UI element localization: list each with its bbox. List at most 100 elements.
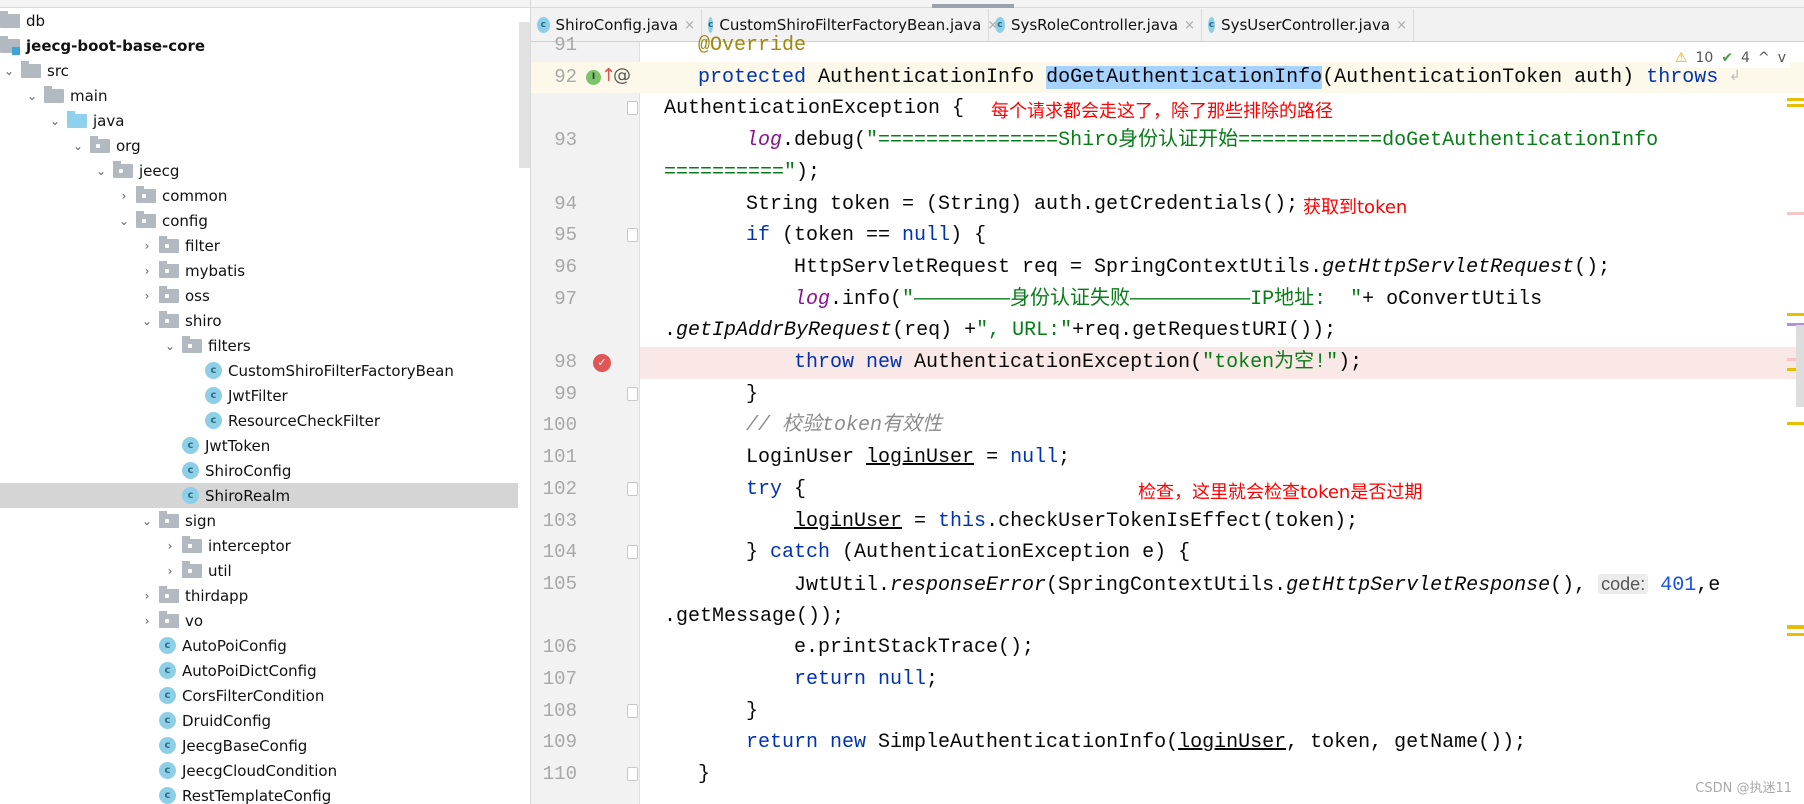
fold-marker-icon[interactable] (627, 228, 638, 242)
chevron-down-icon[interactable]: ⌄ (23, 87, 41, 105)
code-text[interactable]: } (698, 696, 758, 728)
tree-item[interactable]: db (0, 8, 518, 33)
code-line[interactable]: .getIpAddrByRequest(req) +", URL:"+req.g… (531, 315, 1804, 347)
tree-item[interactable]: cResourceCheckFilter (0, 408, 518, 433)
chevron-right-icon[interactable]: › (138, 587, 156, 605)
line-number[interactable]: 109 (531, 727, 577, 759)
tree-item[interactable]: cJwtToken (0, 433, 518, 458)
tree-item[interactable]: ›oss (0, 283, 518, 308)
stripe-mark[interactable] (1787, 633, 1804, 636)
code-line[interactable]: 109return new SimpleAuthenticationInfo(l… (531, 727, 1804, 759)
code-text[interactable]: } (698, 759, 710, 791)
code-line[interactable]: =========="); (531, 157, 1804, 189)
code-text[interactable]: JwtUtil.responseError(SpringContextUtils… (698, 569, 1720, 602)
code-line[interactable]: 95 if (token == null) { (531, 220, 1804, 252)
line-number[interactable]: 105 (531, 569, 577, 601)
tree-item[interactable]: ⌄jeecg (0, 158, 518, 183)
tree-item[interactable]: ›util (0, 558, 518, 583)
code-text[interactable]: } catch (AuthenticationException e) { (698, 537, 1190, 569)
line-number[interactable]: 95 (531, 220, 577, 252)
stripe-mark[interactable] (1787, 104, 1804, 107)
tree-item[interactable]: ⌄sign (0, 508, 518, 533)
line-number[interactable]: 92 (531, 62, 577, 94)
fold-marker-icon[interactable] (627, 101, 638, 115)
chevron-right-icon[interactable]: › (138, 287, 156, 305)
tree-item[interactable]: ⌄java (0, 108, 518, 133)
code-line[interactable]: 107return null; (531, 664, 1804, 696)
tree-item[interactable]: cCustomShiroFilterFactoryBean (0, 358, 518, 383)
code-line[interactable]: AuthenticationException {每个请求都会走这了，除了那些排… (531, 93, 1804, 125)
next-highlight-button[interactable]: v (1778, 50, 1786, 66)
code-text[interactable]: e.printStackTrace(); (698, 632, 1034, 664)
tree-item[interactable]: cJeecgCloudCondition (0, 758, 518, 783)
chevron-right-icon[interactable]: › (138, 237, 156, 255)
previous-highlight-button[interactable]: ^ (1758, 50, 1770, 66)
code-text[interactable]: protected AuthenticationInfo doGetAuthen… (698, 62, 1718, 94)
chevron-down-icon[interactable]: ⌄ (92, 162, 110, 180)
code-text[interactable]: if (token == null) { (698, 220, 986, 252)
code-line[interactable]: 96HttpServletRequest req = SpringContext… (531, 252, 1804, 284)
tree-item[interactable]: cAutoPoiConfig (0, 633, 518, 658)
code-text[interactable]: .getIpAddrByRequest(req) +", URL:"+req.g… (664, 315, 1336, 347)
tree-item[interactable]: ⌄main (0, 83, 518, 108)
tree-item[interactable]: ›interceptor (0, 533, 518, 558)
tree-item[interactable]: ›mybatis (0, 258, 518, 283)
tree-item[interactable]: cShiroRealm (0, 483, 518, 508)
stripe-mark[interactable] (1787, 98, 1804, 101)
code-text[interactable]: log.debug("===============Shiro身份认证开始===… (698, 125, 1658, 157)
line-number[interactable]: 103 (531, 506, 577, 538)
tree-item[interactable]: cDruidConfig (0, 708, 518, 733)
code-text[interactable]: LoginUser loginUser = null; (698, 442, 1070, 474)
tree-item[interactable]: ⌄filters (0, 333, 518, 358)
code-text[interactable]: throw new AuthenticationException("token… (698, 347, 1362, 379)
chevron-down-icon[interactable]: ⌄ (138, 512, 156, 530)
code-line[interactable]: 98✓throw new AuthenticationException("to… (531, 347, 1804, 379)
tree-item[interactable]: cAutoPoiDictConfig (0, 658, 518, 683)
tree-item[interactable]: ›filter (0, 233, 518, 258)
code-text[interactable]: String token = (String) auth.getCredenti… (698, 189, 1298, 221)
code-line[interactable]: 102try {检查，这里就会检查token是否过期 (531, 474, 1804, 506)
tree-item[interactable]: cRestTemplateConfig (0, 783, 518, 804)
line-number[interactable]: 98 (531, 347, 577, 379)
code-text[interactable]: AuthenticationException { (664, 93, 964, 125)
code-text[interactable]: // 校验token有效性 (698, 410, 942, 442)
code-line[interactable]: 108} (531, 696, 1804, 728)
code-line[interactable]: 101 LoginUser loginUser = null; (531, 442, 1804, 474)
line-number[interactable]: 110 (531, 759, 577, 791)
tree-item[interactable]: cShiroConfig (0, 458, 518, 483)
tree-item[interactable]: ⌄org (0, 133, 518, 158)
code-line[interactable]: 93 log.debug("===============Shiro身份认证开始=… (531, 125, 1804, 157)
annotation-at-icon[interactable]: @ (613, 65, 631, 86)
tree-item[interactable]: jeecg-boot-base-core (0, 33, 518, 58)
line-number[interactable]: 99 (531, 379, 577, 411)
code-text[interactable]: =========="); (664, 157, 820, 189)
fold-marker-icon[interactable] (627, 767, 638, 781)
chevron-down-icon[interactable]: ⌄ (69, 137, 87, 155)
code-line[interactable]: 103 loginUser = this.checkUserTokenIsEffe… (531, 506, 1804, 538)
code-line[interactable]: 92I↑@protected AuthenticationInfo doGetA… (531, 62, 1804, 94)
line-number[interactable]: 107 (531, 664, 577, 696)
code-text[interactable]: HttpServletRequest req = SpringContextUt… (698, 252, 1610, 284)
tree-item[interactable]: ›vo (0, 608, 518, 633)
line-number[interactable]: 101 (531, 442, 577, 474)
fold-marker-icon[interactable] (627, 482, 638, 496)
code-text[interactable]: @Override (698, 30, 806, 62)
editor-scrollbar[interactable] (1796, 325, 1804, 407)
stripe-mark[interactable] (1787, 422, 1804, 425)
line-number[interactable]: 97 (531, 284, 577, 316)
inspection-widget[interactable]: ⚠10 ✔4 ^ v (1671, 48, 1790, 68)
line-number[interactable]: 104 (531, 537, 577, 569)
chevron-right-icon[interactable]: › (138, 612, 156, 630)
code-line[interactable]: 94String token = (String) auth.getCreden… (531, 189, 1804, 221)
line-number[interactable]: 93 (531, 125, 577, 157)
code-line[interactable]: 105 JwtUtil.responseError(SpringContextUt… (531, 569, 1804, 601)
chevron-down-icon[interactable]: ⌄ (138, 312, 156, 330)
code-line[interactable]: 110} (531, 759, 1804, 791)
chevron-right-icon[interactable]: › (161, 537, 179, 555)
chevron-right-icon[interactable]: › (161, 562, 179, 580)
code-text[interactable]: loginUser = this.checkUserTokenIsEffect(… (698, 506, 1358, 538)
chevron-down-icon[interactable]: ⌄ (46, 112, 64, 130)
chevron-right-icon[interactable]: › (115, 187, 133, 205)
chevron-down-icon[interactable]: ⌄ (0, 62, 18, 80)
tree-item[interactable]: cJeecgBaseConfig (0, 733, 518, 758)
